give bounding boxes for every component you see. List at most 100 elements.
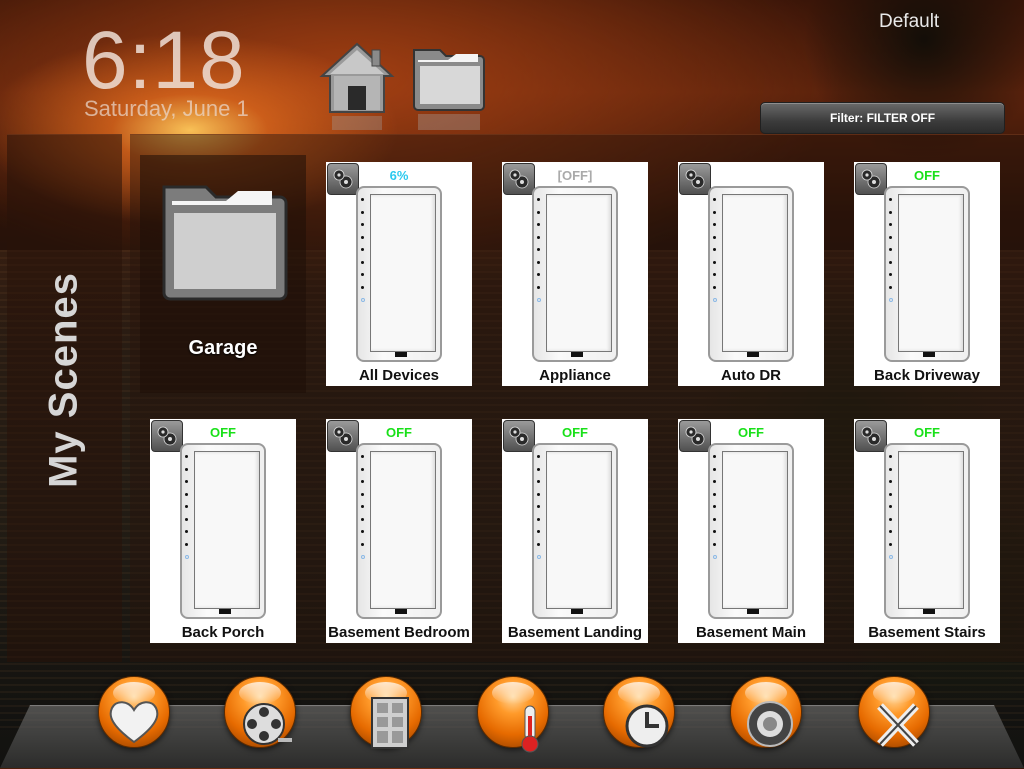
filter-button[interactable]: Filter: FILTER OFF <box>760 102 1005 134</box>
folder-icon[interactable] <box>410 40 488 132</box>
level-led <box>361 198 364 201</box>
level-led <box>185 530 188 533</box>
level-led <box>361 455 364 458</box>
level-led <box>713 235 716 239</box>
profile-name[interactable]: Default <box>879 11 939 33</box>
device-tile[interactable]: OFF Basement Bedroom <box>326 419 472 643</box>
level-led <box>361 260 364 264</box>
folder-tile-garage[interactable]: Garage <box>140 155 306 393</box>
level-led <box>713 285 716 289</box>
level-led <box>185 517 188 521</box>
level-led <box>537 467 540 471</box>
dock-button[interactable] <box>858 676 930 748</box>
level-led <box>889 455 892 458</box>
dock-button[interactable] <box>350 676 422 749</box>
device-status: OFF <box>914 425 940 440</box>
level-led <box>713 517 716 521</box>
level-led <box>889 480 892 483</box>
device-label: Basement Landing <box>507 624 643 641</box>
locator-led <box>185 555 189 559</box>
switch-notch <box>571 352 583 357</box>
dimmer-switch[interactable] <box>356 443 442 619</box>
rocker-paddle[interactable] <box>722 451 788 609</box>
level-indicator <box>361 198 365 312</box>
level-indicator <box>713 455 717 569</box>
locator-led <box>537 555 541 559</box>
rocker-paddle[interactable] <box>546 194 612 352</box>
device-label: Auto DR <box>721 367 781 384</box>
level-led <box>889 223 892 226</box>
level-led <box>713 210 716 214</box>
device-tile[interactable]: 6% All Devices <box>326 162 472 386</box>
level-led <box>713 467 716 471</box>
dimmer-switch[interactable] <box>532 443 618 619</box>
level-led <box>537 542 540 546</box>
device-status: 6% <box>389 168 409 183</box>
device-status: OFF <box>386 425 412 440</box>
device-tile[interactable]: OFF Basement Stairs <box>854 419 1000 643</box>
dock-button[interactable] <box>603 676 675 748</box>
level-led <box>889 530 892 533</box>
rocker-paddle[interactable] <box>898 194 964 352</box>
dock-button[interactable] <box>98 676 170 748</box>
device-tile[interactable]: Auto DR <box>678 162 824 386</box>
door-icon <box>371 697 409 749</box>
home-icon[interactable] <box>318 40 396 132</box>
rocker-paddle[interactable] <box>722 194 788 352</box>
level-led <box>537 223 540 226</box>
gear-icon[interactable] <box>679 163 711 195</box>
switch-notch <box>571 609 583 614</box>
dimmer-switch[interactable] <box>884 443 970 619</box>
dimmer-switch[interactable] <box>180 443 266 619</box>
locator-led <box>889 298 893 302</box>
level-led <box>537 530 540 533</box>
device-tile[interactable]: OFF Basement Main <box>678 419 824 643</box>
rocker-paddle[interactable] <box>898 451 964 609</box>
device-label: All Devices <box>358 367 440 384</box>
device-tile[interactable]: OFF Basement Landing <box>502 419 648 643</box>
level-led <box>889 198 892 201</box>
level-led <box>537 492 540 496</box>
device-label: Back Driveway <box>874 367 980 384</box>
rocker-paddle[interactable] <box>370 194 436 352</box>
dimmer-switch[interactable] <box>532 186 618 362</box>
level-led <box>889 492 892 496</box>
level-led <box>361 480 364 483</box>
level-led <box>889 248 892 251</box>
clock-time: 6:18 <box>82 15 246 106</box>
level-led <box>889 260 892 264</box>
dimmer-switch[interactable] <box>708 443 794 619</box>
dimmer-switch[interactable] <box>356 186 442 362</box>
dimmer-switch[interactable] <box>884 186 970 362</box>
level-led <box>889 542 892 546</box>
speaker-icon <box>747 701 793 747</box>
rocker-paddle[interactable] <box>370 451 436 609</box>
level-led <box>537 260 540 264</box>
level-led <box>361 530 364 533</box>
device-status: OFF <box>914 168 940 183</box>
level-led <box>713 492 716 496</box>
rocker-paddle[interactable] <box>546 451 612 609</box>
level-led <box>713 223 716 226</box>
dimmer-switch[interactable] <box>708 186 794 362</box>
device-label: Basement Main <box>695 624 807 641</box>
level-led <box>889 505 892 508</box>
device-tile[interactable]: OFF Back Porch <box>150 419 296 643</box>
dock-button[interactable] <box>730 676 802 748</box>
dock-button[interactable] <box>477 676 549 753</box>
level-indicator <box>713 198 717 312</box>
device-tile[interactable]: [OFF] Appliance <box>502 162 648 386</box>
level-led <box>537 455 540 458</box>
rocker-paddle[interactable] <box>194 451 260 609</box>
device-tile[interactable]: OFF Back Driveway <box>854 162 1000 386</box>
level-led <box>185 505 188 508</box>
level-led <box>889 467 892 471</box>
locator-led <box>361 555 365 559</box>
locator-led <box>889 555 893 559</box>
device-status: OFF <box>738 425 764 440</box>
level-led <box>361 517 364 521</box>
level-led <box>361 235 364 239</box>
thermometer-icon <box>521 705 539 753</box>
level-led <box>185 467 188 471</box>
dock-button[interactable] <box>224 676 296 748</box>
